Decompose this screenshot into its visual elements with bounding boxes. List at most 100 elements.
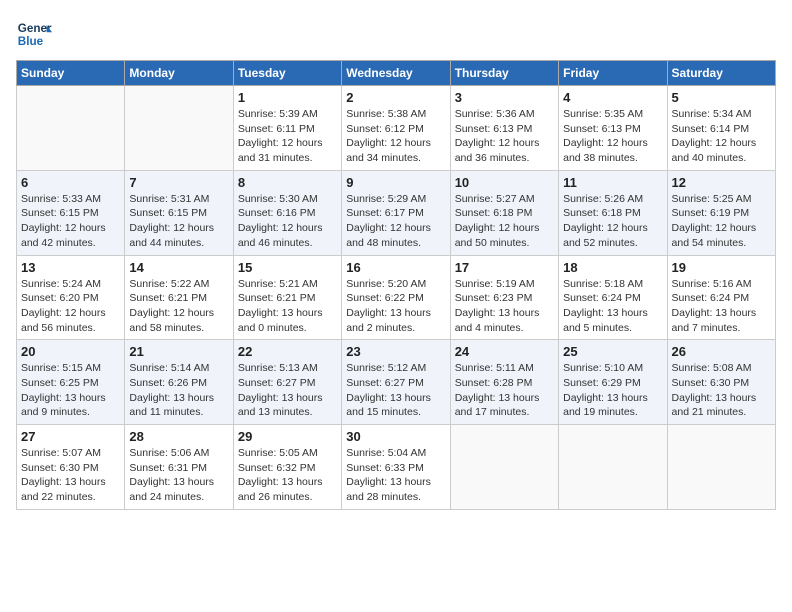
day-info: Sunrise: 5:07 AM Sunset: 6:30 PM Dayligh… xyxy=(21,446,120,505)
day-info: Sunrise: 5:24 AM Sunset: 6:20 PM Dayligh… xyxy=(21,277,120,336)
day-number: 30 xyxy=(346,429,445,444)
header-thursday: Thursday xyxy=(450,61,558,86)
svg-text:Blue: Blue xyxy=(18,35,44,48)
day-info: Sunrise: 5:06 AM Sunset: 6:31 PM Dayligh… xyxy=(129,446,228,505)
day-info: Sunrise: 5:05 AM Sunset: 6:32 PM Dayligh… xyxy=(238,446,337,505)
calendar-week-row: 1 Sunrise: 5:39 AM Sunset: 6:11 PM Daylig… xyxy=(17,86,776,171)
calendar-day-cell: 30 Sunrise: 5:04 AM Sunset: 6:33 PM Dayli… xyxy=(342,425,450,510)
day-info: Sunrise: 5:21 AM Sunset: 6:21 PM Dayligh… xyxy=(238,277,337,336)
calendar-day-cell: 9Sunrise: 5:29 AM Sunset: 6:17 PM Daylig… xyxy=(342,170,450,255)
day-info: Sunrise: 5:08 AM Sunset: 6:30 PM Dayligh… xyxy=(672,361,771,420)
day-info: Sunrise: 5:12 AM Sunset: 6:27 PM Dayligh… xyxy=(346,361,445,420)
day-info: Sunrise: 5:04 AM Sunset: 6:33 PM Dayligh… xyxy=(346,446,445,505)
day-number: 7 xyxy=(129,175,228,190)
day-number: 14 xyxy=(129,260,228,275)
calendar-day-cell xyxy=(559,425,667,510)
header-monday: Monday xyxy=(125,61,233,86)
calendar-day-cell: 1 Sunrise: 5:39 AM Sunset: 6:11 PM Daylig… xyxy=(233,86,341,171)
calendar-day-cell: 28 Sunrise: 5:06 AM Sunset: 6:31 PM Dayli… xyxy=(125,425,233,510)
calendar: SundayMondayTuesdayWednesdayThursdayFrid… xyxy=(16,60,776,510)
day-info: Sunrise: 5:39 AM Sunset: 6:11 PM Dayligh… xyxy=(238,107,337,166)
day-info: Sunrise: 5:18 AM Sunset: 6:24 PM Dayligh… xyxy=(563,277,662,336)
day-number: 4 xyxy=(563,90,662,105)
header: General Blue xyxy=(16,16,776,52)
calendar-day-cell: 27 Sunrise: 5:07 AM Sunset: 6:30 PM Dayli… xyxy=(17,425,125,510)
day-info: Sunrise: 5:29 AM Sunset: 6:17 PM Dayligh… xyxy=(346,192,445,251)
calendar-day-cell: 18 Sunrise: 5:18 AM Sunset: 6:24 PM Dayli… xyxy=(559,255,667,340)
day-info: Sunrise: 5:33 AM Sunset: 6:15 PM Dayligh… xyxy=(21,192,120,251)
calendar-week-row: 13 Sunrise: 5:24 AM Sunset: 6:20 PM Dayli… xyxy=(17,255,776,340)
day-number: 17 xyxy=(455,260,554,275)
calendar-week-row: 20 Sunrise: 5:15 AM Sunset: 6:25 PM Dayli… xyxy=(17,340,776,425)
calendar-header-row: SundayMondayTuesdayWednesdayThursdayFrid… xyxy=(17,61,776,86)
calendar-week-row: 27 Sunrise: 5:07 AM Sunset: 6:30 PM Dayli… xyxy=(17,425,776,510)
day-info: Sunrise: 5:38 AM Sunset: 6:12 PM Dayligh… xyxy=(346,107,445,166)
day-info: Sunrise: 5:26 AM Sunset: 6:18 PM Dayligh… xyxy=(563,192,662,251)
day-info: Sunrise: 5:11 AM Sunset: 6:28 PM Dayligh… xyxy=(455,361,554,420)
day-info: Sunrise: 5:15 AM Sunset: 6:25 PM Dayligh… xyxy=(21,361,120,420)
day-info: Sunrise: 5:30 AM Sunset: 6:16 PM Dayligh… xyxy=(238,192,337,251)
calendar-day-cell: 10 Sunrise: 5:27 AM Sunset: 6:18 PM Dayli… xyxy=(450,170,558,255)
day-number: 13 xyxy=(21,260,120,275)
day-number: 21 xyxy=(129,344,228,359)
day-number: 10 xyxy=(455,175,554,190)
day-info: Sunrise: 5:19 AM Sunset: 6:23 PM Dayligh… xyxy=(455,277,554,336)
logo: General Blue xyxy=(16,16,56,52)
calendar-day-cell xyxy=(125,86,233,171)
calendar-day-cell: 22 Sunrise: 5:13 AM Sunset: 6:27 PM Dayli… xyxy=(233,340,341,425)
day-info: Sunrise: 5:27 AM Sunset: 6:18 PM Dayligh… xyxy=(455,192,554,251)
day-info: Sunrise: 5:25 AM Sunset: 6:19 PM Dayligh… xyxy=(672,192,771,251)
calendar-day-cell: 13 Sunrise: 5:24 AM Sunset: 6:20 PM Dayli… xyxy=(17,255,125,340)
day-number: 24 xyxy=(455,344,554,359)
day-number: 23 xyxy=(346,344,445,359)
calendar-day-cell: 16Sunrise: 5:20 AM Sunset: 6:22 PM Dayli… xyxy=(342,255,450,340)
day-number: 16 xyxy=(346,260,445,275)
calendar-day-cell: 21 Sunrise: 5:14 AM Sunset: 6:26 PM Dayli… xyxy=(125,340,233,425)
calendar-day-cell: 17 Sunrise: 5:19 AM Sunset: 6:23 PM Dayli… xyxy=(450,255,558,340)
calendar-day-cell: 24 Sunrise: 5:11 AM Sunset: 6:28 PM Dayli… xyxy=(450,340,558,425)
day-number: 28 xyxy=(129,429,228,444)
day-number: 26 xyxy=(672,344,771,359)
day-info: Sunrise: 5:36 AM Sunset: 6:13 PM Dayligh… xyxy=(455,107,554,166)
day-info: Sunrise: 5:31 AM Sunset: 6:15 PM Dayligh… xyxy=(129,192,228,251)
day-number: 29 xyxy=(238,429,337,444)
calendar-day-cell: 6Sunrise: 5:33 AM Sunset: 6:15 PM Daylig… xyxy=(17,170,125,255)
day-number: 11 xyxy=(563,175,662,190)
day-info: Sunrise: 5:22 AM Sunset: 6:21 PM Dayligh… xyxy=(129,277,228,336)
day-number: 1 xyxy=(238,90,337,105)
day-info: Sunrise: 5:34 AM Sunset: 6:14 PM Dayligh… xyxy=(672,107,771,166)
day-info: Sunrise: 5:35 AM Sunset: 6:13 PM Dayligh… xyxy=(563,107,662,166)
calendar-day-cell: 29 Sunrise: 5:05 AM Sunset: 6:32 PM Dayli… xyxy=(233,425,341,510)
header-wednesday: Wednesday xyxy=(342,61,450,86)
calendar-day-cell: 5Sunrise: 5:34 AM Sunset: 6:14 PM Daylig… xyxy=(667,86,775,171)
day-number: 27 xyxy=(21,429,120,444)
header-sunday: Sunday xyxy=(17,61,125,86)
calendar-day-cell: 2Sunrise: 5:38 AM Sunset: 6:12 PM Daylig… xyxy=(342,86,450,171)
calendar-day-cell: 11 Sunrise: 5:26 AM Sunset: 6:18 PM Dayli… xyxy=(559,170,667,255)
calendar-day-cell: 8 Sunrise: 5:30 AM Sunset: 6:16 PM Daylig… xyxy=(233,170,341,255)
day-number: 18 xyxy=(563,260,662,275)
calendar-day-cell: 3Sunrise: 5:36 AM Sunset: 6:13 PM Daylig… xyxy=(450,86,558,171)
calendar-day-cell: 20 Sunrise: 5:15 AM Sunset: 6:25 PM Dayli… xyxy=(17,340,125,425)
header-saturday: Saturday xyxy=(667,61,775,86)
day-number: 8 xyxy=(238,175,337,190)
day-info: Sunrise: 5:13 AM Sunset: 6:27 PM Dayligh… xyxy=(238,361,337,420)
day-number: 22 xyxy=(238,344,337,359)
day-number: 20 xyxy=(21,344,120,359)
calendar-day-cell: 12 Sunrise: 5:25 AM Sunset: 6:19 PM Dayli… xyxy=(667,170,775,255)
logo-icon: General Blue xyxy=(16,16,52,52)
day-number: 25 xyxy=(563,344,662,359)
day-info: Sunrise: 5:14 AM Sunset: 6:26 PM Dayligh… xyxy=(129,361,228,420)
calendar-day-cell xyxy=(17,86,125,171)
calendar-day-cell: 15Sunrise: 5:21 AM Sunset: 6:21 PM Dayli… xyxy=(233,255,341,340)
calendar-day-cell xyxy=(450,425,558,510)
calendar-day-cell: 7 Sunrise: 5:31 AM Sunset: 6:15 PM Daylig… xyxy=(125,170,233,255)
day-number: 12 xyxy=(672,175,771,190)
calendar-week-row: 6Sunrise: 5:33 AM Sunset: 6:15 PM Daylig… xyxy=(17,170,776,255)
day-info: Sunrise: 5:10 AM Sunset: 6:29 PM Dayligh… xyxy=(563,361,662,420)
day-info: Sunrise: 5:16 AM Sunset: 6:24 PM Dayligh… xyxy=(672,277,771,336)
calendar-day-cell xyxy=(667,425,775,510)
header-friday: Friday xyxy=(559,61,667,86)
calendar-day-cell: 23 Sunrise: 5:12 AM Sunset: 6:27 PM Dayli… xyxy=(342,340,450,425)
calendar-day-cell: 25 Sunrise: 5:10 AM Sunset: 6:29 PM Dayli… xyxy=(559,340,667,425)
